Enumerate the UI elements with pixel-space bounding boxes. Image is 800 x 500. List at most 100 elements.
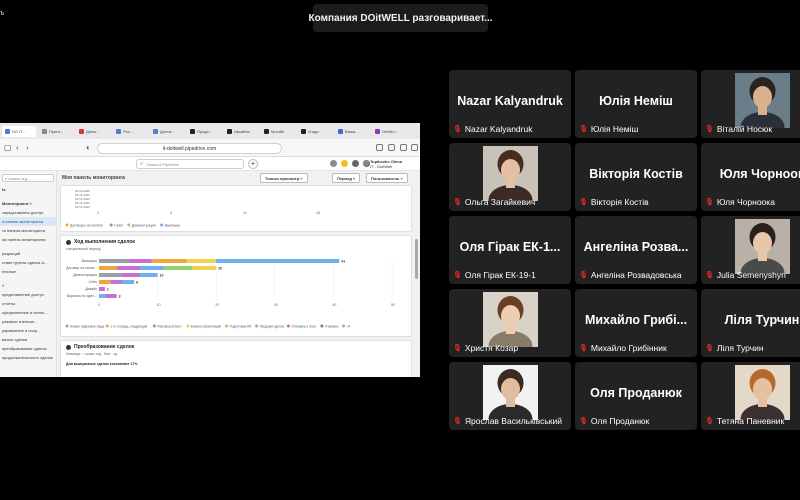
browser-tab[interactable]: OneNo... [372,126,406,137]
legend-swatch [65,324,69,328]
bar-segment[interactable] [216,259,340,263]
browser-tab[interactable]: Дости... [150,126,184,137]
bar-segment[interactable] [104,294,117,298]
sidebar-item[interactable]: ть панели мониторинга [0,226,56,235]
participant-tile[interactable]: Юля Чорноок 🎙 Юля Чорноока [701,143,800,211]
sidebar-item[interactable]: ˅ [0,281,56,290]
browser-tab[interactable]: Рос... [113,126,147,137]
participant-tile[interactable]: Ліля Турчин 🎙 Ліля Турчин [701,289,800,357]
participant-tile[interactable]: Оля Проданюк 🎙 Оля Проданюк [575,362,697,430]
sidebar-item[interactable]: представление доступ [0,290,56,299]
browser-tab[interactable]: Ваша... [335,126,369,137]
browser-tab[interactable]: Moodle [261,126,295,137]
bar-segment[interactable] [122,280,135,284]
sidebar-search-input[interactable]: е искать в д... [2,174,54,182]
sidebar-item[interactable]: ts [0,185,56,194]
bar-segment[interactable] [99,294,105,298]
participant-video [735,73,790,128]
bar-segment[interactable] [128,259,152,263]
period-dropdown[interactable]: Период ˅ [332,173,361,183]
add-button[interactable]: + [248,159,258,169]
user-menu[interactable]: Tupikovko Olena IT - DoItWell [370,159,402,169]
browser-tab[interactable]: DO IT... [2,126,36,137]
sidebar-item[interactable]: продолжительность сделок [0,353,56,362]
participant-label: 🎙 Ольга Загайкевич [453,197,535,207]
url-bar[interactable]: it-doitwell.pipedrive.com [97,143,282,154]
bar-segment[interactable] [151,259,187,263]
browser-tab[interactable]: Угоди [298,126,332,137]
bar-segment[interactable] [122,273,141,277]
sidebar-item[interactable]: я панель мониторинга [0,217,56,226]
view-mode-dropdown[interactable]: Только просмотр ˅ [260,173,308,183]
participant-tile[interactable]: Юлія Неміш 🎙 Юлія Неміш [575,70,697,138]
sidebar-item[interactable]: отчеты [0,299,56,308]
sidebar-item[interactable]: управление и полу... [0,326,56,335]
bar-segment[interactable] [99,287,105,291]
help-icon[interactable] [352,160,359,167]
bar-segment[interactable] [163,266,193,270]
tab-label: Дости... [160,129,175,134]
participant-tile[interactable]: 🎙 Віталій Носюк [701,70,800,138]
participant-tile[interactable]: 🎙 Тетяна Паневник [701,362,800,430]
sidebar-item[interactable]: преобразование сделок [0,344,56,353]
sidebar-item[interactable]: ствие группы сделок А... [0,258,56,267]
browser-tab[interactable]: Иркайты [224,126,258,137]
bar-segment[interactable] [140,273,158,277]
bar-segment[interactable] [192,266,217,270]
bar-segment[interactable] [110,280,123,284]
participant-tile[interactable]: Михайло Грибі... 🎙 Михайло Грибінник [575,289,697,357]
search-input[interactable]: Поиск в Pipedrive [136,159,244,169]
bar-segment[interactable] [186,259,217,263]
sidebar-item[interactable]: ршующий [0,249,56,258]
favicon-icon [227,129,232,134]
sidebar-item[interactable]: оформленные и нелль... [0,308,56,317]
bar-segment[interactable] [140,266,164,270]
participant-tile[interactable]: 🎙 Христя Козар [449,289,571,357]
sidebar-item[interactable]: ельные [0,267,56,276]
participant-tile[interactable]: 🎙 Ярослав Васильківський [449,362,571,430]
participant-tile[interactable]: 🎙 Julia Semenyshyn [701,216,800,284]
muted-mic-icon: 🎙 [705,418,714,425]
bar-segment[interactable] [99,273,123,277]
user-dropdown[interactable]: Пользователь ˅ [366,173,408,183]
sidebar-toggle-icon[interactable]: ▢ [4,143,12,153]
browser-tab[interactable]: Принт... [39,126,73,137]
bar-segment[interactable] [99,280,111,284]
participant-tile[interactable]: 🎙 Ольга Загайкевич [449,143,571,211]
participant-tile[interactable]: Вікторія Костів 🎙 Вікторія Костів [575,143,697,211]
participant-display-name: Ангеліна Розва... [583,240,689,254]
avatar[interactable] [363,160,369,166]
category-label: Дизайн [85,287,97,291]
sidebar-item[interactable]: ватые сделки [0,335,56,344]
back-icon[interactable]: ‹ [16,143,19,153]
download-icon[interactable] [376,144,383,151]
sidebar-item[interactable]: разовые и внешн... [0,317,56,326]
report-period: специальный период [66,247,101,251]
bar-total-label: 6 [136,280,138,284]
sales-assistant-icon[interactable] [330,160,337,167]
muted-mic-icon: 🎙 [579,199,588,206]
lightbulb-icon[interactable] [341,160,348,167]
favicon-icon [301,129,306,134]
participant-tile[interactable]: Ангеліна Розва... 🎙 Ангеліна Розвадовська [575,216,697,284]
sidebar-item[interactable]: ая панель мониторинга [0,235,56,244]
sidebar-item[interactable]: зпредставлени доступ [0,208,56,217]
new-tab-icon[interactable] [400,144,407,151]
legend-swatch [160,223,164,227]
forward-icon[interactable]: › [26,143,29,153]
participant-tile[interactable]: Оля Гірак ЕК-1... 🎙 Оля Гірак ЕК-19-1 [449,216,571,284]
share-icon[interactable] [388,144,395,151]
browser-tab[interactable]: Діяль... [76,126,110,137]
participant-display-name: Оля Проданюк [590,386,682,400]
browser-tab[interactable]: Продо... [187,126,221,137]
sidebar-item[interactable]: Мониторинга ˅ [0,199,56,208]
participant-tile[interactable]: Nazar Kalyandruk 🎙 Nazar Kalyandruk [449,70,571,138]
bar-segment[interactable] [116,266,141,270]
bar-segment[interactable] [99,266,117,270]
bar-segment[interactable] [99,259,129,263]
participant-name: Оля Гірак ЕК-19-1 [464,270,536,280]
scrollbar[interactable] [415,239,418,279]
shield-icon[interactable]: ◐ [86,143,91,153]
tab-overview-icon[interactable] [411,144,418,151]
tab-label: Иркайты [234,129,251,134]
